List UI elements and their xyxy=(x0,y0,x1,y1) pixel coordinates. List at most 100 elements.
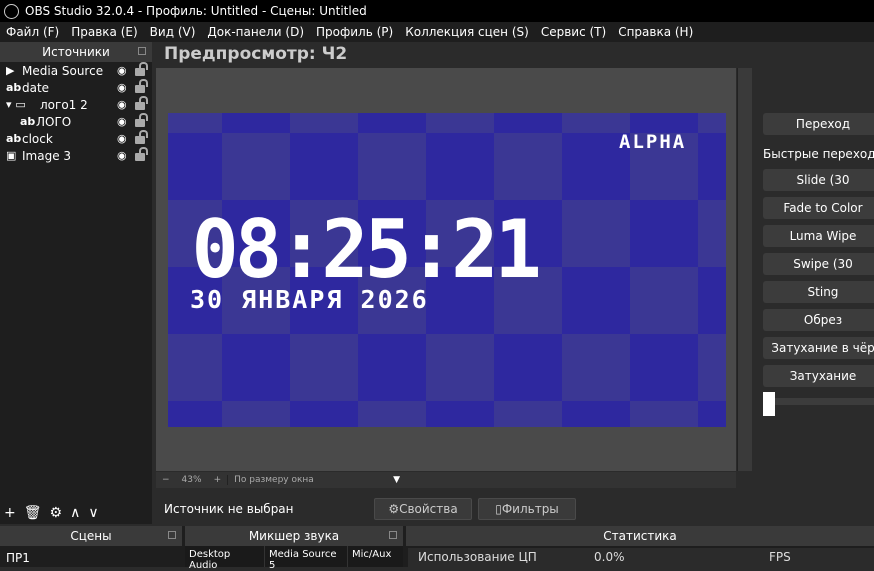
stats-panel: Использование ЦП 0.0% FPS xyxy=(408,548,874,567)
eye-icon[interactable]: ◉ xyxy=(117,81,127,94)
text-icon: ab xyxy=(20,115,36,128)
mixer-channel: Media Source 5 xyxy=(265,546,348,571)
source-label: date xyxy=(22,80,50,95)
menu-file[interactable]: Файл (F) xyxy=(0,25,65,39)
zoom-out-button[interactable]: − xyxy=(156,475,176,485)
float-dock-icon[interactable] xyxy=(389,531,397,539)
sources-title: Источники xyxy=(42,45,110,59)
source-item[interactable]: ab date ◉ xyxy=(0,79,152,96)
filters-button[interactable]: ▯ Фильтры xyxy=(478,498,576,520)
scenes-title: Сцены xyxy=(70,529,112,543)
quick-transition-button[interactable]: Fade to Color xyxy=(763,197,874,219)
properties-label: Свойства xyxy=(399,502,458,516)
source-item[interactable]: ▾ ▭ лого1 2 ◉ xyxy=(0,96,152,113)
zoom-in-button[interactable]: + xyxy=(208,475,228,485)
source-label: clock xyxy=(22,131,53,146)
mixer-channels: Desktop Audio Media Source 5 Mic/Aux xyxy=(185,546,403,571)
menu-view[interactable]: Вид (V) xyxy=(144,25,202,39)
source-label: лого1 2 xyxy=(40,97,88,112)
source-item[interactable]: ▶ Media Source ◉ xyxy=(0,62,152,79)
zoom-level: 43% xyxy=(181,475,202,485)
scenes-dock-header: Сцены xyxy=(0,526,182,546)
filter-icon: ▯ xyxy=(495,502,502,516)
menu-profile[interactable]: Профиль (P) xyxy=(310,25,399,39)
source-label: ЛОГО xyxy=(36,114,72,129)
add-icon[interactable]: + xyxy=(4,505,16,521)
sources-toolbar: + 🗑 ⚙ ∧ ∨ xyxy=(0,503,152,523)
float-dock-icon[interactable] xyxy=(138,47,146,55)
quick-transition-button[interactable]: Обрез xyxy=(763,309,874,331)
folder-icon: ▾ ▭ xyxy=(6,98,26,111)
menu-bar: Файл (F) Правка (E) Вид (V) Док-панели (… xyxy=(0,22,874,42)
lock-icon[interactable] xyxy=(135,130,148,144)
no-source-label: Источник не выбран xyxy=(164,502,294,516)
obs-logo-icon xyxy=(4,3,19,19)
quick-transition-button[interactable]: Swipe (30 xyxy=(763,253,874,275)
stats-cpu-value: 0.0% xyxy=(594,550,625,564)
quick-transition-button[interactable]: Slide (30 xyxy=(763,169,874,191)
lock-icon[interactable] xyxy=(135,113,148,127)
date-text: 30 ЯНВАРЯ 2026 xyxy=(190,285,429,314)
menu-help[interactable]: Справка (H) xyxy=(612,25,699,39)
quick-transitions-label: Быстрые переходы xyxy=(763,147,874,161)
scene-item[interactable]: ПР1 xyxy=(6,551,30,565)
source-item[interactable]: ▣ Image 3 ◉ xyxy=(0,147,152,164)
trash-icon[interactable]: 🗑 xyxy=(24,505,42,521)
stats-title: Статистика xyxy=(603,529,677,543)
image-icon: ▣ xyxy=(6,149,17,162)
menu-docks[interactable]: Док-панели (D) xyxy=(201,25,310,39)
float-dock-icon[interactable] xyxy=(168,531,176,539)
preview-scrollbar[interactable] xyxy=(737,68,752,471)
preview-title: Предпросмотр: Ч2 xyxy=(164,44,348,64)
play-icon: ▶ xyxy=(6,64,15,77)
sources-dock-header: Источники xyxy=(0,42,152,62)
sources-list: ▶ Media Source ◉ ab date ◉ ▾ ▭ лого1 2 ◉ ab ЛОГ… xyxy=(0,62,152,524)
source-label: Media Source xyxy=(22,63,104,78)
scale-mode-select[interactable]: По размеру окна xyxy=(227,475,387,485)
source-item[interactable]: ab clock ◉ xyxy=(0,130,152,147)
title-bar: OBS Studio 32.0.4 - Профиль: Untitled - … xyxy=(0,0,874,22)
menu-tools[interactable]: Сервис (T) xyxy=(535,25,612,39)
eye-icon[interactable]: ◉ xyxy=(117,115,127,128)
menu-edit[interactable]: Правка (E) xyxy=(65,25,143,39)
tbar-slider-handle[interactable] xyxy=(763,392,775,416)
logo-text: ALPHA xyxy=(619,131,687,153)
chevron-up-icon[interactable]: ∧ xyxy=(70,505,80,521)
eye-icon[interactable]: ◉ xyxy=(117,64,127,77)
quick-transition-button[interactable]: Luma Wipe xyxy=(763,225,874,247)
menu-scene-collection[interactable]: Коллекция сцен (S) xyxy=(399,25,535,39)
eye-icon[interactable]: ◉ xyxy=(117,149,127,162)
quick-transition-button[interactable]: Затухание в чёр xyxy=(763,337,874,359)
eye-icon[interactable]: ◉ xyxy=(117,98,127,111)
stats-dock-header: Статистика xyxy=(406,526,874,546)
gear-icon[interactable]: ⚙ xyxy=(50,505,63,521)
lock-icon[interactable] xyxy=(135,147,148,161)
lock-icon[interactable] xyxy=(135,96,148,110)
chevron-down-icon[interactable]: ∨ xyxy=(88,505,98,521)
tbar-slider-track[interactable] xyxy=(763,398,874,405)
text-icon: ab xyxy=(6,132,22,145)
bottom-docks: Сцены ПР1 Микшер звука Desktop Audio Med… xyxy=(0,526,874,571)
stats-cpu-label: Использование ЦП xyxy=(418,550,537,564)
lock-icon[interactable] xyxy=(135,79,148,93)
mixer-channel: Mic/Aux xyxy=(352,549,392,560)
filters-label: Фильтры xyxy=(501,502,559,516)
mixer-channel: Desktop Audio xyxy=(185,546,265,571)
mixer-title: Микшер звука xyxy=(248,529,340,543)
clock-text: 08:25:21 xyxy=(191,203,542,296)
properties-button[interactable]: ⚙ Свойства xyxy=(374,498,472,520)
lock-icon[interactable] xyxy=(135,62,148,76)
window-title: OBS Studio 32.0.4 - Профиль: Untitled - … xyxy=(25,4,367,18)
gear-icon: ⚙ xyxy=(388,502,400,516)
mixer-dock-header: Микшер звука xyxy=(185,526,403,546)
source-item[interactable]: ab ЛОГО ◉ xyxy=(0,113,152,130)
stats-fps-label: FPS xyxy=(769,550,791,564)
eye-icon[interactable]: ◉ xyxy=(117,132,127,145)
quick-transition-button[interactable]: Sting xyxy=(763,281,874,303)
source-label: Image 3 xyxy=(22,148,72,163)
quick-transition-button[interactable]: Затухание xyxy=(763,365,874,387)
text-icon: ab xyxy=(6,81,22,94)
chevron-down-icon[interactable]: ▼ xyxy=(387,475,406,485)
preview-canvas[interactable]: ALPHA 08:25:21 30 ЯНВАРЯ 2026 xyxy=(168,113,726,427)
transition-header-button[interactable]: Переход xyxy=(763,113,874,135)
